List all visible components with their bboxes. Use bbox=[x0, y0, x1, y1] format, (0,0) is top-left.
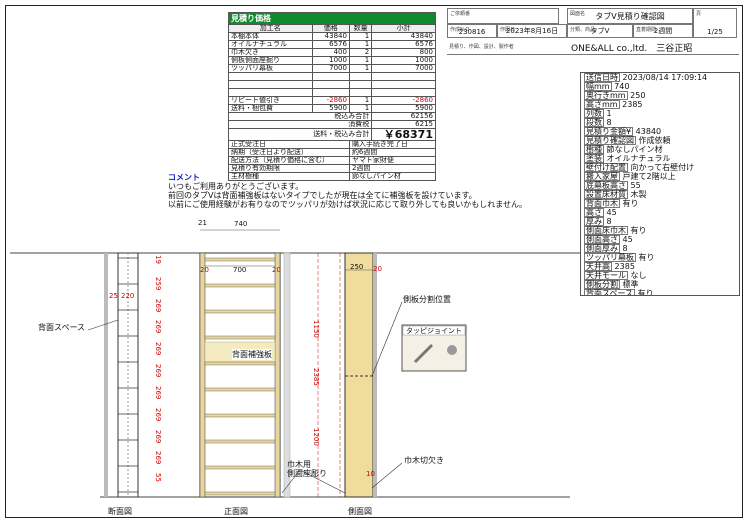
front-shelf bbox=[204, 361, 276, 366]
dim-depth: 250 bbox=[350, 263, 364, 271]
dim-inner: 700 bbox=[233, 266, 247, 274]
front-shelf bbox=[204, 465, 276, 470]
dim-left-segment: 269 bbox=[154, 429, 162, 443]
back-space-label: 背面スペース bbox=[38, 323, 86, 332]
front-right-side bbox=[274, 252, 281, 498]
section-view-label: 断面図 bbox=[108, 507, 132, 516]
front-shelf bbox=[204, 413, 276, 418]
front-shelf bbox=[204, 335, 276, 340]
dim-left-segment: 269 bbox=[154, 342, 162, 356]
dim-left-segment: 269 bbox=[154, 407, 162, 422]
front-view-label: 正面図 bbox=[224, 507, 248, 516]
dim-side-thickness: 21 bbox=[198, 219, 207, 227]
front-shelf bbox=[204, 283, 276, 288]
dim-lower: 1200 bbox=[312, 428, 320, 446]
joint-icon bbox=[447, 345, 457, 355]
back-wall bbox=[104, 253, 108, 497]
dim-left-segment: 259 bbox=[154, 276, 162, 291]
dim-upper: 1150 bbox=[312, 320, 320, 338]
cad-drawing bbox=[10, 229, 580, 498]
dim-left-segment: 269 bbox=[154, 451, 162, 465]
right-wall bbox=[373, 253, 377, 497]
side-split-label: 側板分割位置 bbox=[403, 295, 451, 304]
dim-left-segment: 269 bbox=[154, 385, 162, 400]
dim-left-segment: 55 bbox=[154, 473, 162, 483]
dim-left-segment: 269 bbox=[154, 364, 162, 378]
dim-left-20: 20 bbox=[200, 266, 209, 274]
baseboard-cutout-label: 巾木切欠き bbox=[404, 456, 444, 465]
front-shelf bbox=[204, 309, 276, 314]
dim-back-space: 25 bbox=[109, 292, 118, 300]
dim-bottom: 10 bbox=[366, 470, 375, 478]
dim-back-220: 220 bbox=[121, 292, 135, 300]
dim-width: 740 bbox=[234, 220, 248, 228]
front-shelf bbox=[204, 439, 276, 444]
front-shelf bbox=[204, 257, 276, 262]
front-body bbox=[199, 252, 281, 498]
side-view-label: 側面図 bbox=[348, 507, 372, 516]
dim-side-20: 20 bbox=[373, 265, 382, 273]
dim-right-20: 20 bbox=[272, 266, 281, 274]
side-panel bbox=[344, 252, 374, 498]
back-brace-label: 背面補強板 bbox=[232, 349, 272, 360]
front-left-side bbox=[199, 252, 206, 498]
dim-left-segment: 269 bbox=[154, 298, 162, 312]
dim-total: 2385 bbox=[312, 368, 320, 386]
joint-label: タッピジョイント bbox=[406, 327, 462, 335]
dim-left-segment: 19 bbox=[154, 255, 162, 264]
front-shelf bbox=[204, 387, 276, 392]
front-shelf bbox=[204, 491, 276, 496]
baseboard-counterbore-label: 巾木用 側面座彫り bbox=[287, 460, 327, 478]
dim-left-segment: 269 bbox=[154, 320, 162, 334]
